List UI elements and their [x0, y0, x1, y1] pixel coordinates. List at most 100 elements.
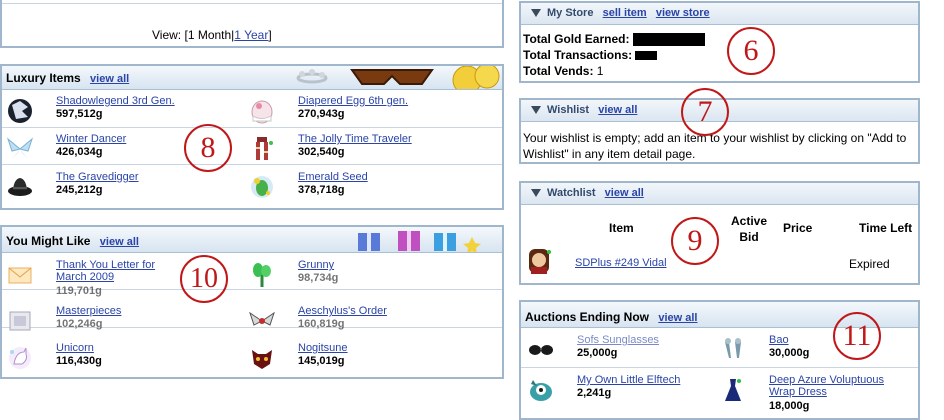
item-price: 102,246g — [56, 318, 103, 330]
item-price: 302,540g — [298, 146, 345, 158]
shadow-creature-icon — [8, 99, 32, 123]
gift-boxes-decoration-icon — [358, 231, 481, 252]
watchlist-col-price: Price — [783, 221, 813, 235]
item-name-link[interactable]: Aeschylus's Order — [298, 305, 387, 317]
view-range-panel: View: [1 Month|1 Year] — [0, 0, 504, 48]
luxury-item[interactable]: Diapered Egg 6th gen. 270,943g — [246, 93, 476, 129]
luxury-item[interactable]: Shadowlegend 3rd Gen. 597,512g — [4, 93, 234, 129]
item-name-link[interactable]: Deep Azure Voluptuous Wrap Dress — [769, 374, 899, 398]
view-range-selector: View: [1 Month|1 Year] — [152, 28, 272, 42]
item-name-link[interactable]: Emerald Seed — [298, 171, 368, 183]
wishlist-title: Wishlist — [547, 104, 590, 116]
you-might-like-title: You Might Like — [6, 234, 91, 248]
watchlist-row[interactable]: SDPlus #249 Vidal Expired — [521, 245, 918, 279]
luxury-item[interactable]: The Jolly Time Traveler 302,540g — [246, 131, 476, 167]
sunglasses-icon — [529, 345, 553, 355]
item-price: 378,718g — [298, 184, 345, 196]
item-price: 245,212g — [56, 184, 103, 196]
luxury-item[interactable]: The Gravedigger 245,212g — [4, 169, 234, 205]
watchlist-view-all-link[interactable]: view all — [605, 187, 644, 199]
letter-icon — [8, 267, 32, 284]
sell-item-link[interactable]: sell item — [603, 7, 647, 19]
collapse-triangle-icon[interactable] — [531, 189, 541, 197]
frame-icon — [9, 311, 31, 331]
wishlist-empty-message: Your wishlist is empty; add an item to y… — [523, 131, 907, 161]
wings-icon — [249, 311, 275, 326]
collapse-triangle-icon[interactable] — [531, 106, 541, 114]
option-1-year-link[interactable]: 1 Year — [234, 28, 268, 42]
watchlist-col-active-bid: Active Bid — [730, 214, 768, 244]
luxury-items-title: Luxury Items — [6, 71, 81, 85]
item-name-link[interactable]: Grunny — [298, 259, 334, 271]
luxury-view-all-link[interactable]: view all — [90, 73, 129, 85]
elftech-icon — [530, 380, 552, 401]
item-price: 160,819g — [298, 318, 345, 330]
item-name-link[interactable]: Sofs Sunglasses — [577, 334, 659, 346]
auctions-title: Auctions Ending Now — [525, 310, 649, 324]
annotation-circle: 9 — [671, 217, 719, 265]
view-store-link[interactable]: view store — [656, 7, 710, 19]
hat-icon — [8, 178, 32, 196]
total-vends-label: Total Vends: — [523, 64, 594, 78]
item-price: 119,701g — [56, 285, 102, 297]
item-price: 30,000g — [769, 347, 810, 359]
option-1-month[interactable]: [1 Month| — [184, 28, 234, 42]
watchlist-col-item: Item — [609, 221, 634, 235]
view-range-line — [2, 3, 502, 4]
avatar-icon — [529, 249, 551, 274]
might-like-item[interactable]: Aeschylus's Order 160,819g — [246, 303, 476, 339]
luxury-items-header: Luxury Items view all — [2, 66, 502, 90]
item-name-link[interactable]: Nogitsune — [298, 342, 348, 354]
item-name-link[interactable]: Thank You Letter for March 2009 — [56, 259, 176, 283]
item-name-link[interactable]: Masterpieces — [56, 305, 121, 317]
wishlist-view-all-link[interactable]: view all — [598, 104, 637, 116]
wings-icon — [6, 137, 34, 159]
total-gold-row: Total Gold Earned: — [523, 31, 705, 47]
item-name-link[interactable]: My Own Little Elftech — [577, 374, 680, 386]
watchlist-item-link[interactable]: SDPlus #249 Vidal — [575, 257, 667, 269]
might-like-item[interactable]: Nogitsune 145,019g — [246, 340, 476, 376]
item-name-link[interactable]: Winter Dancer — [56, 133, 126, 145]
annotation-circle: 10 — [180, 255, 228, 303]
wishlist-panel: Wishlist view all Your wishlist is empty… — [519, 88, 920, 164]
item-price: 18,000g — [769, 400, 810, 412]
jewelry-decoration-icon — [296, 66, 500, 89]
item-price: 2,241g — [577, 387, 612, 399]
collapse-triangle-icon[interactable] — [531, 9, 541, 17]
might-like-item[interactable]: Unicorn 116,430g — [4, 340, 234, 376]
luxury-items-panel: Luxury Items view all Shadowlegend 3rd G… — [0, 64, 504, 210]
bao-icon — [725, 338, 741, 358]
close-bracket: ] — [268, 28, 272, 42]
item-name-link[interactable]: Diapered Egg 6th gen. — [298, 95, 408, 107]
annotation-circle: 6 — [727, 27, 775, 75]
item-name-link[interactable]: The Gravedigger — [56, 171, 139, 183]
total-transactions-row: Total Transactions: — [523, 47, 705, 63]
view-label: View: — [152, 28, 182, 42]
item-price: 145,019g — [298, 355, 345, 367]
auction-item[interactable]: Deep Azure Voluptuous Wrap Dress 18,000g — [717, 372, 944, 412]
scarf-icon — [256, 137, 273, 160]
item-price: 597,512g — [56, 108, 103, 120]
luxury-item[interactable]: Emerald Seed 378,718g — [246, 169, 476, 205]
unicorn-icon — [9, 347, 31, 369]
redacted-transactions-value — [635, 51, 658, 61]
item-price: 270,943g — [298, 108, 345, 120]
auction-item[interactable]: Bao 30,000g — [717, 332, 944, 368]
egg-icon — [251, 100, 273, 124]
auctions-view-all-link[interactable]: view all — [658, 312, 697, 324]
might-like-view-all-link[interactable]: view all — [100, 236, 139, 248]
item-name-link[interactable]: Unicorn — [56, 342, 94, 354]
item-name-link[interactable]: Bao — [769, 334, 789, 346]
item-name-link[interactable]: Shadowlegend 3rd Gen. — [56, 95, 175, 107]
item-name-link[interactable]: The Jolly Time Traveler — [298, 133, 412, 145]
mask-icon — [252, 350, 272, 369]
might-like-item[interactable]: Masterpieces 102,246g — [4, 303, 234, 339]
item-price: 116,430g — [56, 355, 102, 367]
you-might-like-panel: You Might Like view all Thank You Letter… — [0, 225, 504, 379]
might-like-item[interactable]: Grunny 98,734g — [246, 257, 476, 293]
auctions-ending-panel: Auctions Ending Now view all Sofs Sungla… — [519, 300, 920, 420]
my-store-panel: My Store sell item view store Total Gold… — [519, 1, 920, 83]
right-edge-strip — [922, 0, 944, 416]
annotation-circle: 8 — [184, 124, 232, 172]
total-vends-value: 1 — [596, 64, 604, 78]
